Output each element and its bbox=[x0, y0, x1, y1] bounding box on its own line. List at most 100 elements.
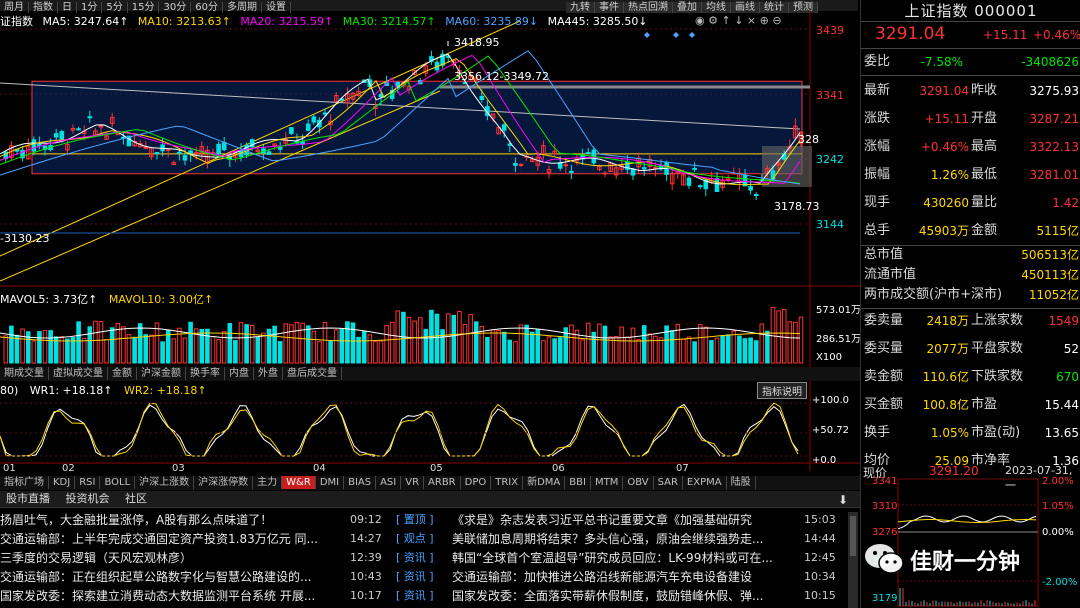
price-change: +15.11 bbox=[983, 28, 1027, 42]
volume-bar bbox=[766, 331, 770, 363]
scroll-thumb[interactable] bbox=[850, 516, 856, 556]
volume-bar bbox=[4, 336, 8, 363]
volume-bar bbox=[413, 321, 417, 363]
volume-bar bbox=[586, 323, 590, 363]
indicator-tab[interactable]: 指标广场 bbox=[0, 476, 49, 489]
indicator-tab[interactable]: 陆股 bbox=[727, 476, 756, 489]
quote-label: 市盈 bbox=[971, 392, 997, 418]
event-marker bbox=[673, 32, 679, 38]
indicator-help-button[interactable]: 指标说明 bbox=[757, 382, 807, 399]
news-row[interactable]: 交通运输部：正在组织起草公路数字化与智慧公路建设的... 10:43 [ 资讯 ] 交… bbox=[0, 567, 860, 587]
news-title-left[interactable]: 三季度的交易逻辑（天风宏观林彦） bbox=[0, 548, 340, 568]
news-title-left[interactable]: 交通运输部：上半年完成交通固定资产投资1.83万亿元 同... bbox=[0, 529, 340, 549]
news-title-right[interactable]: 韩国“全球首个室温超导”研究成员回应：LK-99材料或可在... bbox=[452, 548, 792, 568]
news-title-left[interactable]: 扬眉吐气，大金融批量涨停，A股有那么点味道了！ bbox=[0, 510, 340, 530]
indicator-tab[interactable]: MTM bbox=[591, 476, 623, 489]
news-row[interactable]: 交通运输部：上半年完成交通固定资产投资1.83万亿元 同... 14:27 [ 观点… bbox=[0, 529, 860, 549]
volume-bar bbox=[290, 325, 294, 363]
zoom-in-icon[interactable]: ⊕ bbox=[760, 14, 769, 27]
quote-label: 振幅 bbox=[864, 162, 890, 188]
volume-bar bbox=[542, 341, 546, 363]
indicator-tab[interactable]: ASI bbox=[376, 476, 401, 489]
news-title-left[interactable]: 国家发改委：探索建立消费动态大数据监测平台系统 开展... bbox=[0, 586, 340, 606]
indicator-tab[interactable]: W&R bbox=[282, 476, 316, 489]
right-mark: 328 bbox=[798, 133, 819, 146]
news-list: 扬眉吐气，大金融批量涨停，A股有那么点味道了！ 09:12[ 置顶 ] 《求是》杂志… bbox=[0, 510, 860, 608]
quote-value: +15.11 bbox=[925, 106, 969, 132]
indicator-tab[interactable]: VR bbox=[401, 476, 424, 489]
stat-label: 流通市值 bbox=[864, 265, 916, 285]
low-left-annotation: -3130.23 bbox=[0, 232, 49, 245]
indicator-tab[interactable]: BBI bbox=[565, 476, 591, 489]
indicator-tab[interactable]: RSI bbox=[75, 476, 100, 489]
indicator-tab[interactable]: 沪深上涨数 bbox=[135, 476, 194, 489]
tab-opportunity[interactable]: 投资机会 bbox=[60, 491, 116, 507]
wr-legend: 80) WR1: +18.18↑ WR2: +18.18↑ bbox=[0, 384, 215, 397]
tab-live[interactable]: 股市直播 bbox=[0, 491, 56, 507]
tab-community[interactable]: 社区 bbox=[119, 491, 153, 507]
volume-bar bbox=[598, 324, 602, 363]
news-title-left[interactable]: 交通运输部：正在组织起草公路数字化与智慧公路建设的... bbox=[0, 567, 340, 587]
indicator-tab[interactable]: 新DMA bbox=[523, 476, 565, 489]
tab-turnover[interactable]: 换手率 bbox=[186, 367, 225, 380]
wr1-value: WR1: +18.18↑ bbox=[30, 384, 113, 397]
gear-icon[interactable]: ⚙ bbox=[708, 14, 718, 27]
indicator-tab[interactable]: EXPMA bbox=[683, 476, 727, 489]
volume-bar bbox=[172, 339, 176, 363]
indicator-tab[interactable]: SAR bbox=[654, 476, 683, 489]
news-title-right[interactable]: 国家发改委：全面落实带薪休假制度，鼓励错峰休假、弹... bbox=[452, 586, 792, 606]
mini-chart-header: 现价 3291.20 2023-07-31,一 bbox=[863, 464, 1080, 478]
indicator-tab[interactable]: 沪深涨停数 bbox=[194, 476, 253, 489]
eye-icon[interactable]: ◉ bbox=[695, 14, 705, 27]
indicator-tab[interactable]: DMI bbox=[316, 476, 344, 489]
tab-hs-amount[interactable]: 沪深金额 bbox=[137, 367, 186, 380]
tab-after-hours[interactable]: 盘后成交量 bbox=[283, 367, 342, 380]
news-row[interactable]: 扬眉吐气，大金融批量涨停，A股有那么点味道了！ 09:12 [ 置顶 ] 《求是》杂志… bbox=[0, 510, 860, 530]
volume-bar bbox=[704, 327, 708, 363]
download-icon[interactable]: ⬇ bbox=[838, 493, 848, 507]
news-scrollbar[interactable] bbox=[848, 512, 858, 608]
indicator-tab[interactable]: OBV bbox=[623, 476, 653, 489]
volume-bar bbox=[262, 333, 266, 363]
indicator-tab[interactable]: DPO bbox=[461, 476, 492, 489]
indicator-tab[interactable]: BOLL bbox=[100, 476, 135, 489]
tab-virtual-volume[interactable]: 虚拟成交量 bbox=[49, 367, 108, 380]
indicator-tab[interactable]: KDJ bbox=[49, 476, 75, 489]
volume-bar bbox=[211, 337, 215, 363]
quote-label: 金额 bbox=[971, 218, 997, 244]
candle-body bbox=[480, 96, 484, 99]
price-tick-3242: 3242 bbox=[816, 153, 844, 166]
quote-row: 现手 430260 量比 1.42 bbox=[861, 190, 1080, 216]
volume-bar bbox=[144, 335, 148, 363]
indicator-tab[interactable]: 主力 bbox=[253, 476, 282, 489]
mini-tick-right: 1.05% bbox=[1042, 501, 1074, 512]
price-tick-3439: 3439 bbox=[816, 24, 844, 37]
tab-amount[interactable]: 金额 bbox=[108, 367, 137, 380]
candle-body bbox=[222, 142, 226, 149]
tab-outer[interactable]: 外盘 bbox=[254, 367, 283, 380]
news-title-right[interactable]: 《求是》杂志发表习近平总书记重要文章《加强基础研究 bbox=[452, 510, 792, 530]
indicator-tab[interactable]: ARBR bbox=[424, 476, 461, 489]
news-tag: [ 资讯 ] bbox=[396, 548, 438, 568]
news-row[interactable]: 国家发改委：探索建立消费动态大数据监测平台系统 开展... 10:17 [ 资讯 ]… bbox=[0, 586, 860, 606]
indicator-tab[interactable]: BIAS bbox=[344, 476, 376, 489]
candle-body bbox=[144, 147, 148, 148]
quote-label: 量比 bbox=[971, 190, 997, 216]
volume-bar bbox=[301, 323, 305, 363]
candle-body bbox=[77, 129, 81, 130]
tab-volume[interactable]: 期成交量 bbox=[0, 367, 49, 380]
up-icon[interactable]: ↑ bbox=[721, 14, 730, 27]
indicator-tab[interactable]: TRIX bbox=[491, 476, 523, 489]
news-title-right[interactable]: 交通运输部：加快推进公路沿线新能源汽车充电设备建设 bbox=[452, 567, 792, 587]
tab-inner[interactable]: 内盘 bbox=[225, 367, 254, 380]
kline-chart[interactable] bbox=[0, 11, 860, 476]
zoom-out-icon[interactable]: ⊖ bbox=[772, 14, 781, 27]
volume-bar bbox=[105, 340, 109, 363]
down-icon[interactable]: ↓ bbox=[734, 14, 743, 27]
volume-bar bbox=[66, 339, 70, 363]
close-icon[interactable]: × bbox=[747, 14, 756, 27]
news-title-right[interactable]: 美联储加息周期将结束？多头信心强，原油会继续强势走... bbox=[452, 529, 792, 549]
volume-bar bbox=[334, 330, 338, 363]
news-row[interactable]: 三季度的交易逻辑（天风宏观林彦） 12:39 [ 资讯 ] 韩国“全球首个室温超导”研… bbox=[0, 548, 860, 568]
candle-body bbox=[631, 169, 635, 175]
